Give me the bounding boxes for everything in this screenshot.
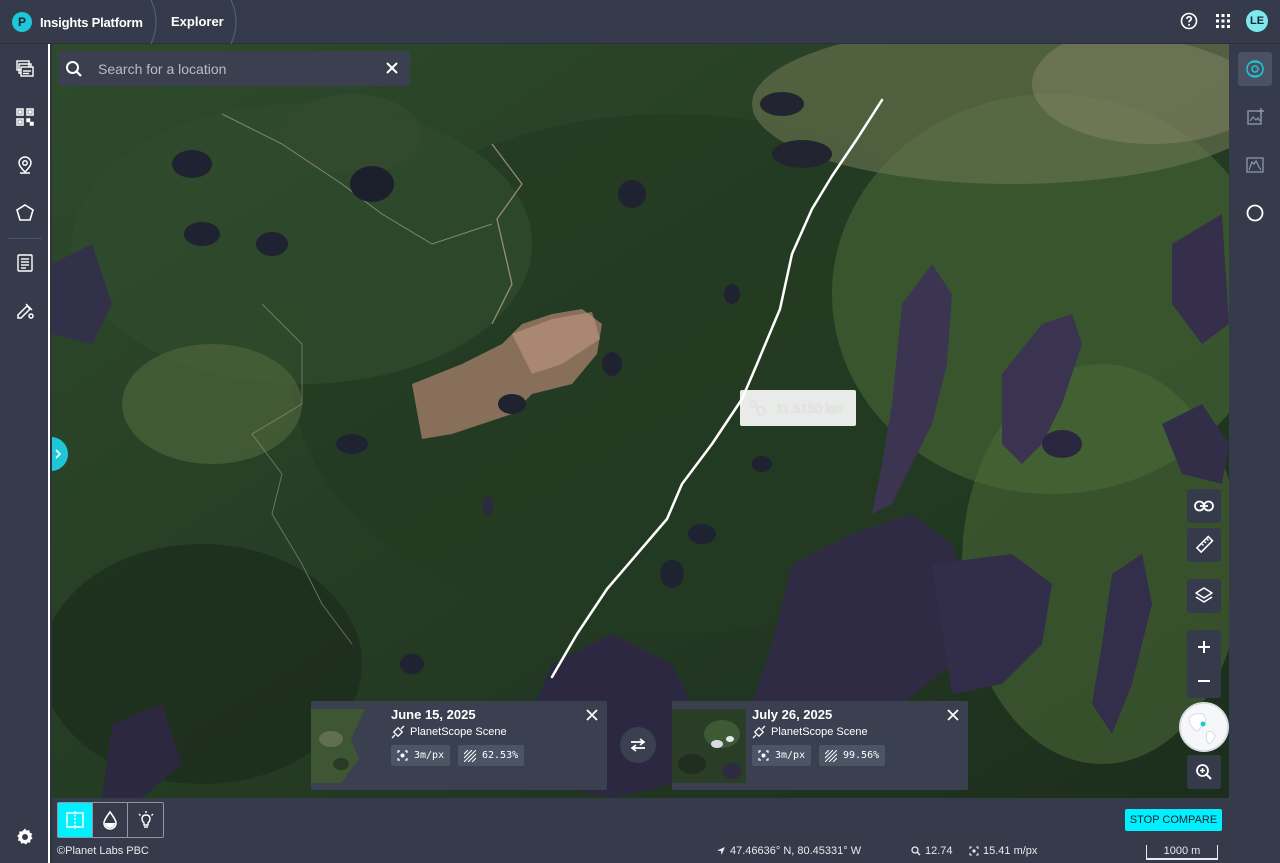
coordinates-value: 47.46636° N, 80.45331° W <box>730 845 862 857</box>
water-drop-icon[interactable] <box>93 803 128 837</box>
resolution-value: 15.41 m/px <box>983 845 1038 857</box>
stop-compare-button[interactable]: STOP COMPARE <box>1125 809 1222 831</box>
left-scene-coverage-chip: 62.53% <box>458 745 525 766</box>
breadcrumb-separator <box>225 0 245 45</box>
contrast-icon[interactable] <box>1238 196 1272 230</box>
rail-divider <box>8 238 42 239</box>
right-scene-type-label: PlanetScope Scene <box>771 726 868 738</box>
satellite-scan-icon[interactable] <box>1238 52 1272 86</box>
right-scene-resolution: 3m/px <box>775 750 806 761</box>
clear-search-icon[interactable] <box>384 60 400 76</box>
resolution-readout: 15.41 m/px <box>969 845 1037 857</box>
user-avatar[interactable]: LE <box>1246 10 1268 32</box>
right-scene-coverage-chip: 99.56% <box>819 745 886 766</box>
zoom-in-button[interactable] <box>1187 630 1221 664</box>
breadcrumb-explorer[interactable]: Explorer <box>171 14 224 29</box>
left-scene-coverage: 62.53% <box>482 750 519 761</box>
app: P Insights Platform Explorer LE Search f… <box>0 0 1280 863</box>
left-scene-resolution: 3m/px <box>414 750 445 761</box>
status-bar: ©Planet Labs PBC 47.46636° N, 80.45331° … <box>52 842 1280 863</box>
chart-profile-icon[interactable] <box>1238 148 1272 182</box>
brush-settings-icon[interactable] <box>12 298 38 324</box>
satellite-icon <box>752 725 766 739</box>
share-link-button[interactable] <box>1187 489 1221 523</box>
zoom-in-icon <box>1196 764 1212 780</box>
lightbulb-icon[interactable] <box>128 803 163 837</box>
brand-logo: P <box>12 12 32 32</box>
left-scene-close-icon[interactable] <box>585 708 599 722</box>
left-scene-date: June 15, 2025 <box>391 707 476 722</box>
attribution: ©Planet Labs PBC <box>57 845 149 857</box>
left-scene-resolution-chip: 3m/px <box>391 745 451 766</box>
brand[interactable]: P Insights Platform <box>12 10 143 34</box>
layers-button[interactable] <box>1187 579 1221 613</box>
compare-mode-group <box>57 802 164 838</box>
zoom-to-extent-button[interactable] <box>1187 755 1221 789</box>
document-list-icon[interactable] <box>12 250 38 276</box>
zoom-readout: 12.74 <box>911 845 953 857</box>
cursor-coordinates: 47.46636° N, 80.45331° W <box>716 845 861 857</box>
measurement-label: 11.5150 km <box>740 390 856 426</box>
search-bar <box>58 51 410 86</box>
app-name: Insights Platform <box>40 14 143 30</box>
layers-stack-icon[interactable] <box>12 56 38 82</box>
top-bar: P Insights Platform Explorer LE <box>0 0 1280 45</box>
resolution-icon <box>969 846 979 856</box>
layers-icon <box>1195 587 1213 603</box>
globe-minimap[interactable] <box>1179 702 1229 752</box>
location-pin-icon[interactable] <box>12 152 38 178</box>
plus-icon <box>1198 641 1210 653</box>
help-icon[interactable] <box>1178 10 1200 32</box>
coverage-hatch-icon <box>464 749 476 762</box>
resolution-icon <box>758 750 769 761</box>
right-scene-thumbnail <box>672 709 746 783</box>
scale-bar: 1000 m <box>1146 845 1218 860</box>
zoom-out-button[interactable] <box>1187 664 1221 698</box>
ruler-icon <box>1195 535 1214 554</box>
right-rail <box>1229 44 1280 798</box>
coverage-hatch-icon <box>825 749 837 762</box>
right-scene-resolution-chip: 3m/px <box>752 745 812 766</box>
polygon-icon[interactable] <box>12 200 38 226</box>
resolution-icon <box>397 750 408 761</box>
zoom-value: 12.74 <box>925 845 953 857</box>
magnifier-icon <box>911 846 921 856</box>
settings-gear-icon[interactable] <box>12 824 38 850</box>
apps-grid-icon[interactable] <box>1212 10 1234 32</box>
swap-arrows-icon <box>630 738 646 752</box>
globe-icon <box>1188 713 1216 745</box>
measurement-distance: 11.5150 km <box>776 400 843 416</box>
qr-grid-icon[interactable] <box>12 104 38 130</box>
breadcrumb-separator <box>145 0 165 45</box>
bottom-toolbar: STOP COMPARE <box>52 798 1280 842</box>
left-scene-type-label: PlanetScope Scene <box>410 726 507 738</box>
split-view-icon[interactable] <box>58 803 93 837</box>
navigation-arrow-icon <box>717 847 725 855</box>
zoom-controls <box>1187 630 1221 698</box>
left-rail <box>0 44 50 863</box>
right-scene-type: PlanetScope Scene <box>752 725 868 739</box>
measure-button[interactable] <box>1187 528 1221 562</box>
left-scene-type: PlanetScope Scene <box>391 725 507 739</box>
map-canvas[interactable]: 11.5150 km <box>52 44 1229 798</box>
minus-icon <box>1198 680 1210 682</box>
right-scene-close-icon[interactable] <box>946 708 960 722</box>
image-add-icon[interactable] <box>1238 100 1272 134</box>
search-input[interactable] <box>90 60 370 77</box>
distance-icon <box>749 400 766 416</box>
left-scene-thumbnail <box>311 709 385 783</box>
link-icon <box>1194 500 1214 512</box>
right-scene-card[interactable]: July 26, 2025 PlanetScope Scene 3m/px 99… <box>672 701 968 790</box>
right-scene-date: July 26, 2025 <box>752 707 833 722</box>
chevron-right-icon <box>55 449 62 459</box>
search-icon <box>58 51 90 86</box>
swap-scenes-button[interactable] <box>620 727 656 763</box>
satellite-imagery <box>52 44 1229 798</box>
right-scene-coverage: 99.56% <box>843 750 880 761</box>
left-scene-card[interactable]: June 15, 2025 PlanetScope Scene 3m/px 62… <box>311 701 607 790</box>
satellite-icon <box>391 725 405 739</box>
